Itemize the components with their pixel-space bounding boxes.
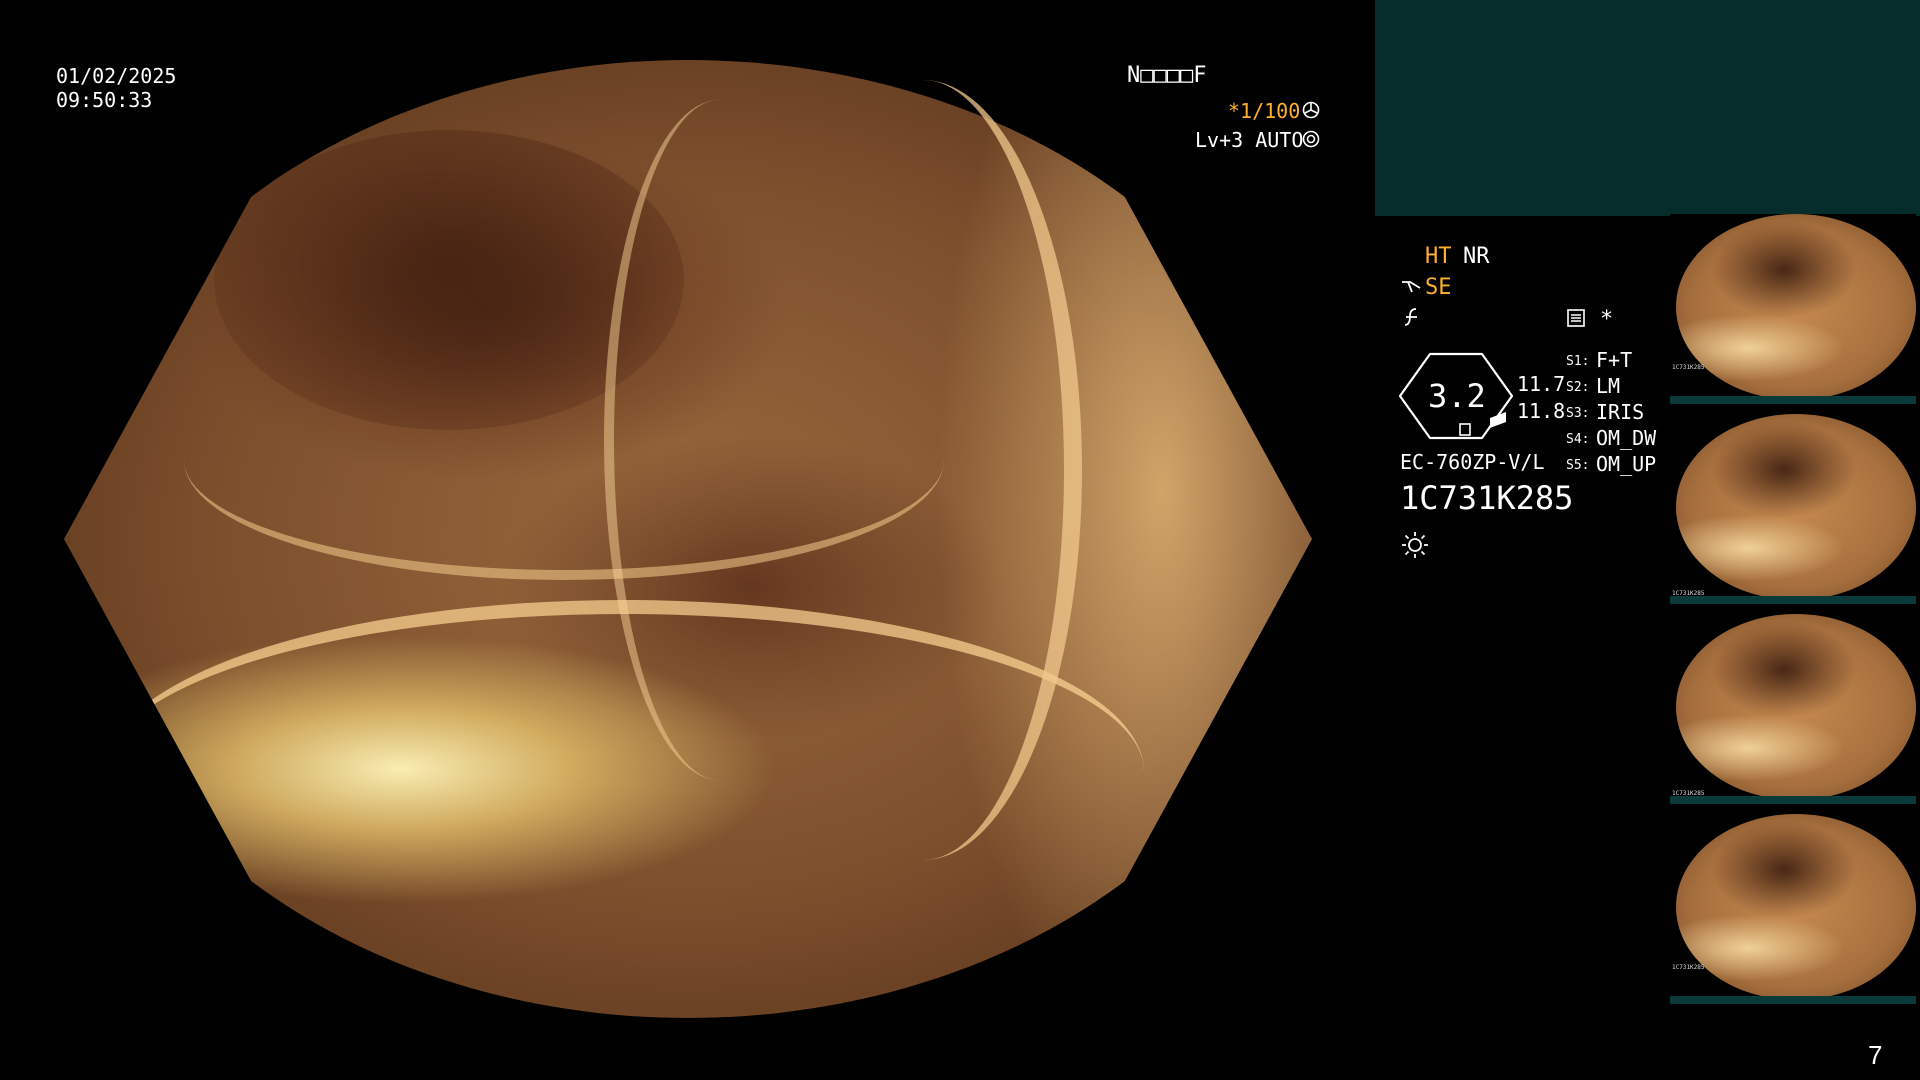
thumbnail-image <box>1676 214 1916 400</box>
thumbnail[interactable]: 1C731K285 <box>1670 214 1916 404</box>
star-indicator: * <box>1600 307 1614 332</box>
ht-indicator: HT <box>1425 244 1452 269</box>
switch-value: F+T <box>1596 348 1633 372</box>
page-number: 7 <box>1868 1040 1883 1070</box>
thumbnail-serial: 1C731K285 <box>1672 364 1705 371</box>
endoscopic-image <box>64 60 1312 1018</box>
thumbnail[interactable]: 1C731K285 <box>1670 614 1916 804</box>
thumbnail-bar <box>1670 996 1916 1004</box>
switch-value: OM_DW <box>1596 426 1657 450</box>
function-icon <box>1402 306 1422 328</box>
thumbnail[interactable]: 1C731K285 <box>1670 814 1916 1004</box>
thumbnail-serial: 1C731K285 <box>1672 964 1705 971</box>
thumbnail-image <box>1676 614 1916 800</box>
thumbnail-image <box>1676 414 1916 600</box>
light-icon <box>1400 530 1430 560</box>
thumbnail-bar <box>1670 796 1916 804</box>
switch-key: S3: <box>1566 406 1590 421</box>
info-panel <box>1375 0 1920 216</box>
mucosal-fold <box>604 100 834 780</box>
switch-key: S4: <box>1566 432 1590 447</box>
switch-value: LM <box>1596 374 1621 398</box>
value-a: 11.7 <box>1517 372 1566 396</box>
scope-tip-icon <box>1400 276 1424 298</box>
time-label: 09:50:33 <box>56 88 153 112</box>
switch-key: S2: <box>1566 380 1590 395</box>
date-label: 01/02/2025 <box>56 64 177 88</box>
thumbnail-image <box>1676 814 1916 1000</box>
switch-key: S1: <box>1566 354 1590 369</box>
thumbnail[interactable]: 1C731K285 <box>1670 414 1916 604</box>
nr-indicator: NR <box>1463 244 1490 269</box>
patient-id: N□□□□F <box>1127 63 1207 88</box>
switch-value: OM_UP <box>1596 452 1657 476</box>
value-b: 11.8 <box>1517 399 1566 423</box>
scope-serial: 1C731K285 <box>1400 479 1574 517</box>
scope-model: EC-760ZP-V/L <box>1400 450 1545 474</box>
shutter-speed: *1/100 <box>1228 99 1301 123</box>
se-indicator: SE <box>1425 275 1452 300</box>
memory-icon <box>1566 308 1586 328</box>
switch-value: IRIS <box>1596 400 1645 424</box>
thumbnail-bar <box>1670 596 1916 604</box>
thumbnail-bar <box>1670 396 1916 404</box>
gauge-value: 3.2 <box>1428 377 1486 415</box>
switch-key: S5: <box>1566 458 1590 473</box>
light-level: Lv+3 AUTO <box>1195 128 1304 152</box>
shutter-icon <box>1302 101 1320 119</box>
auto-iris-icon <box>1302 130 1320 148</box>
